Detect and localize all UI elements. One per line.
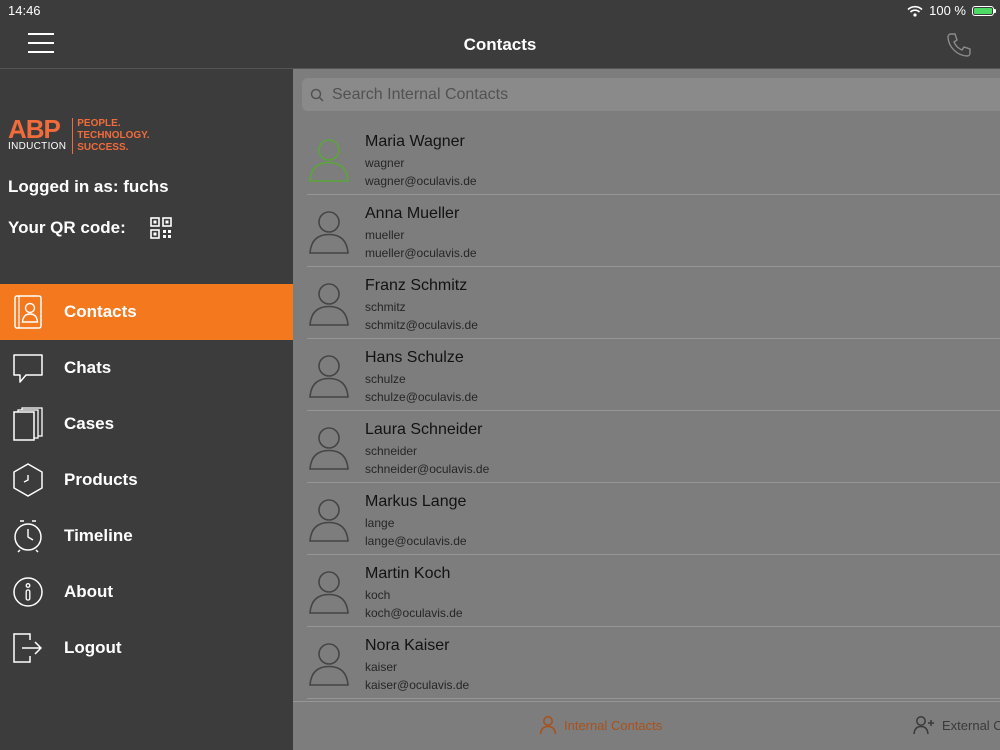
tab-bar: Internal Contacts External C (293, 701, 1000, 750)
contact-email: mueller@oculavis.de (365, 246, 477, 260)
contact-name: Laura Schneider (365, 421, 483, 438)
tagline-line: SUCCESS. (77, 142, 129, 153)
sidebar-item-label: Logout (64, 638, 122, 657)
abp-logo: ABP INDUCTION PEOPLE. TECHNOLOGY. SUCCES… (8, 114, 150, 154)
contact-email: schmitz@oculavis.de (365, 318, 478, 332)
search-field (302, 78, 1000, 111)
contact-row[interactable]: Nora Kaiser kaiser kaiser@oculavis.de (293, 627, 1000, 699)
contact-row[interactable]: Franz Schmitz schmitz schmitz@oculavis.de (293, 267, 1000, 339)
contact-email: koch@oculavis.de (365, 606, 463, 620)
contact-email: schulze@oculavis.de (365, 390, 478, 404)
avatar-icon (309, 283, 349, 326)
logged-in-label: Logged in as: fuchs (8, 177, 169, 196)
sidebar: ABP INDUCTION PEOPLE. TECHNOLOGY. SUCCES… (0, 69, 293, 750)
contact-row[interactable]: Hans Schulze schulze schulze@oculavis.de (293, 339, 1000, 411)
wifi-icon (907, 5, 923, 17)
contact-row[interactable]: Martin Koch koch koch@oculavis.de (293, 555, 1000, 627)
contact-username: wagner (365, 156, 405, 170)
contact-email: kaiser@oculavis.de (365, 678, 470, 692)
qr-code-icon[interactable] (149, 217, 172, 239)
contact-name: Nora Kaiser (365, 637, 450, 654)
contact-row[interactable]: Maria Wagner wagner wagner@oculavis.de (293, 123, 1000, 195)
contact-name: Martin Koch (365, 565, 451, 582)
products-hexagon-icon (11, 463, 45, 497)
avatar-icon (309, 643, 349, 686)
sidebar-item-label: Chats (64, 358, 112, 377)
timeline-clock-icon (11, 519, 45, 553)
tab-external-contacts[interactable]: External C (913, 715, 1000, 735)
contact-row[interactable]: Markus Lange lange lange@oculavis.de (293, 483, 1000, 555)
tab-label: External C (942, 717, 1000, 733)
add-person-icon (913, 716, 934, 735)
page-title: Contacts (463, 35, 537, 54)
person-icon (539, 716, 557, 735)
avatar-icon (309, 211, 349, 254)
sidebar-nav: Contacts Chats Cases Products Timeline A… (0, 284, 293, 676)
phone-icon[interactable] (944, 30, 974, 60)
contacts-panel: Maria Wagner wagner wagner@oculavis.de Anna… (293, 69, 1000, 750)
avatar-icon (309, 139, 349, 182)
logout-icon (11, 631, 45, 665)
logo-brand: ABP (8, 114, 61, 144)
sidebar-item-about[interactable]: About (0, 564, 293, 620)
tab-internal-contacts[interactable]: Internal Contacts (539, 715, 662, 735)
sidebar-item-logout[interactable]: Logout (0, 620, 293, 676)
chat-bubble-icon (11, 351, 45, 385)
info-icon (11, 575, 45, 609)
contact-name: Franz Schmitz (365, 277, 468, 294)
contact-list: Maria Wagner wagner wagner@oculavis.de Anna… (293, 123, 1000, 699)
avatar-icon (309, 499, 349, 542)
contact-name: Markus Lange (365, 493, 467, 510)
tagline-line: PEOPLE. (77, 118, 121, 129)
sidebar-item-chats[interactable]: Chats (0, 340, 293, 396)
search-input[interactable] (330, 84, 934, 105)
search-icon (310, 88, 324, 102)
contact-username: mueller (365, 228, 405, 242)
contact-name: Maria Wagner (365, 133, 465, 150)
contact-username: koch (365, 588, 391, 602)
contact-name: Anna Mueller (365, 205, 460, 222)
avatar-icon (309, 355, 349, 398)
status-right: 100 % (907, 3, 996, 18)
tab-label: Internal Contacts (564, 717, 663, 733)
qr-code-label: Your QR code: (8, 218, 126, 237)
status-bar: 14:46 100 % (0, 0, 1000, 20)
contact-username: schmitz (365, 300, 406, 314)
sidebar-item-label: Cases (64, 414, 115, 433)
contact-email: lange@oculavis.de (365, 534, 467, 548)
contact-email: wagner@oculavis.de (365, 174, 477, 188)
sidebar-item-contacts[interactable]: Contacts (0, 284, 293, 340)
contacts-book-icon (11, 295, 45, 329)
contact-username: kaiser (365, 660, 398, 674)
sidebar-item-timeline[interactable]: Timeline (0, 508, 293, 564)
contact-row[interactable]: Anna Mueller mueller mueller@oculavis.de (293, 195, 1000, 267)
qr-code-row: Your QR code: (8, 217, 172, 239)
tagline-line: TECHNOLOGY. (77, 130, 150, 141)
search-bar (293, 69, 1000, 115)
contact-name: Hans Schulze (365, 349, 464, 366)
sidebar-item-label: Products (64, 470, 138, 489)
contact-username: schulze (365, 372, 406, 386)
contact-username: lange (365, 516, 395, 530)
logo-tagline: PEOPLE. TECHNOLOGY. SUCCESS. (72, 118, 150, 154)
sidebar-item-label: About (64, 582, 114, 601)
status-time: 14:46 (8, 3, 41, 18)
sidebar-item-cases[interactable]: Cases (0, 396, 293, 452)
contact-row[interactable]: Laura Schneider schneider schneider@oculav… (293, 411, 1000, 483)
logo-sub: INDUCTION (8, 141, 67, 152)
sidebar-item-label: Contacts (64, 302, 137, 321)
battery-percent: 100 % (929, 3, 966, 18)
contact-email: schneider@oculavis.de (365, 462, 490, 476)
cases-files-icon (11, 407, 45, 441)
avatar-icon (309, 571, 349, 614)
avatar-icon (309, 427, 349, 470)
sidebar-item-products[interactable]: Products (0, 452, 293, 508)
contact-username: schneider (365, 444, 418, 458)
top-navbar: Contacts (0, 20, 1000, 69)
battery-icon (972, 5, 996, 16)
sidebar-item-label: Timeline (64, 526, 133, 545)
